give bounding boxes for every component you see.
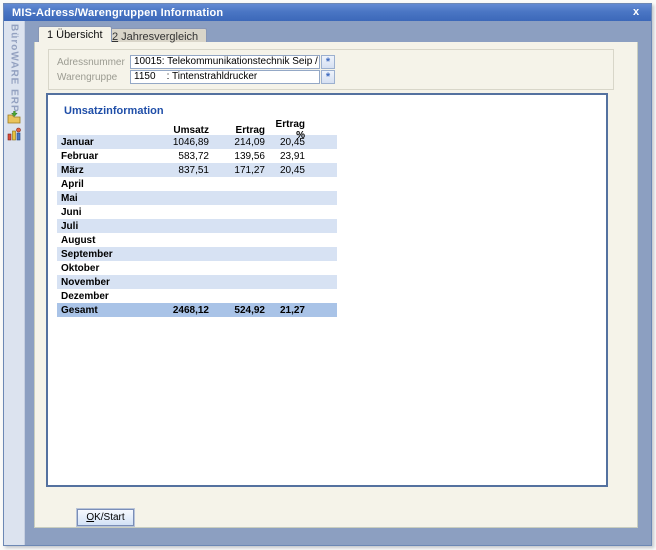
panel-title: Umsatzinformation bbox=[64, 105, 164, 117]
close-icon[interactable]: x bbox=[629, 5, 643, 20]
month-cell: November bbox=[57, 277, 149, 288]
tab-bar: 1Übersicht 2Jahresvergleich bbox=[25, 21, 651, 42]
total-umsatz-cell: 2468,12 bbox=[149, 305, 211, 316]
table-row: September bbox=[57, 247, 337, 261]
table-row: August bbox=[57, 233, 337, 247]
folder-import-icon[interactable] bbox=[7, 111, 22, 125]
umsatz-cell: 583,72 bbox=[149, 151, 211, 162]
month-cell: Juli bbox=[57, 221, 149, 232]
month-cell: Oktober bbox=[57, 263, 149, 274]
ok-start-button[interactable]: OK/Start bbox=[77, 509, 134, 526]
ok-mnemonic: O bbox=[86, 512, 94, 523]
tab-number: 2 bbox=[112, 31, 118, 43]
warengruppe-field[interactable]: 1150 : Tintenstrahldrucker bbox=[130, 70, 320, 84]
tab-label: Jahresvergleich bbox=[121, 31, 198, 43]
sidebar: BüroWARE ERP bbox=[4, 21, 25, 545]
tab-number: 1 bbox=[47, 29, 53, 41]
month-cell: Mai bbox=[57, 193, 149, 204]
month-cell: Januar bbox=[57, 137, 149, 148]
adressnummer-label: Adressnummer bbox=[57, 57, 130, 68]
table-header-row: Umsatz Ertrag Ertrag % bbox=[57, 119, 337, 133]
tab-uebersicht[interactable]: 1Übersicht bbox=[38, 26, 112, 42]
table-row: April bbox=[57, 177, 337, 191]
umsatz-cell: 1046,89 bbox=[149, 137, 211, 148]
table-row: Februar583,72139,5623,91 bbox=[57, 149, 337, 163]
column-header-umsatz: Umsatz bbox=[149, 125, 211, 136]
ok-rest: K/Start bbox=[94, 512, 125, 523]
window-body: BüroWARE ERP 1Übersicht 2Jahresvergleich bbox=[4, 21, 651, 545]
ertrag-pct-cell: 20,45 bbox=[267, 165, 307, 176]
ertrag-cell: 214,09 bbox=[211, 137, 267, 148]
adressnummer-row: Adressnummer 10015: Telekommunikationste… bbox=[57, 55, 335, 69]
month-cell: Juni bbox=[57, 207, 149, 218]
tab-page-uebersicht: Adressnummer 10015: Telekommunikationste… bbox=[34, 42, 638, 528]
umsatz-table: Umsatz Ertrag Ertrag % Januar1046,89214,… bbox=[57, 119, 337, 317]
warengruppe-spinner-button[interactable]: * bbox=[321, 70, 335, 84]
column-header-ertrag: Ertrag bbox=[211, 125, 267, 136]
titlebar: MIS-Adress/Warengruppen Information x bbox=[4, 4, 651, 21]
window-title: MIS-Adress/Warengruppen Information bbox=[12, 7, 223, 19]
month-cell: März bbox=[57, 165, 149, 176]
warengruppe-label: Warengruppe bbox=[57, 72, 130, 83]
month-cell: Februar bbox=[57, 151, 149, 162]
table-row: Mai bbox=[57, 191, 337, 205]
table-row: März837,51171,2720,45 bbox=[57, 163, 337, 177]
tab-label: Übersicht bbox=[56, 29, 102, 41]
ertrag-pct-cell: 23,91 bbox=[267, 151, 307, 162]
brand-vertical-text: BüroWARE ERP bbox=[9, 24, 20, 113]
total-ertrag-cell: 524,92 bbox=[211, 305, 267, 316]
warengruppe-row: Warengruppe 1150 : Tintenstrahldrucker * bbox=[57, 70, 335, 84]
table-row: Juni bbox=[57, 205, 337, 219]
table-row: Dezember bbox=[57, 289, 337, 303]
selection-field-group: Adressnummer 10015: Telekommunikationste… bbox=[48, 49, 614, 90]
month-cell: Dezember bbox=[57, 291, 149, 302]
umsatzinformation-panel: Umsatzinformation Umsatz Ertrag Ertrag %… bbox=[46, 93, 608, 487]
table-row: Oktober bbox=[57, 261, 337, 275]
ertrag-cell: 171,27 bbox=[211, 165, 267, 176]
ertrag-cell: 139,56 bbox=[211, 151, 267, 162]
month-cell: September bbox=[57, 249, 149, 260]
main-area: 1Übersicht 2Jahresvergleich Adressnummer… bbox=[25, 21, 651, 545]
total-row: Gesamt 2468,12 524,92 21,27 bbox=[57, 303, 337, 317]
adressnummer-spinner-button[interactable]: * bbox=[321, 55, 335, 69]
statistics-chart-icon[interactable] bbox=[7, 127, 22, 141]
month-cell: August bbox=[57, 235, 149, 246]
table-row: Januar1046,89214,0920,45 bbox=[57, 135, 337, 149]
month-cell: April bbox=[57, 179, 149, 190]
umsatz-cell: 837,51 bbox=[149, 165, 211, 176]
table-row: November bbox=[57, 275, 337, 289]
adressnummer-field[interactable]: 10015: Telekommunikationstechnik Seip / … bbox=[130, 55, 320, 69]
ertrag-pct-cell: 20,45 bbox=[267, 137, 307, 148]
total-ertrag-pct-cell: 21,27 bbox=[267, 305, 307, 316]
table-row: Juli bbox=[57, 219, 337, 233]
app-window: MIS-Adress/Warengruppen Information x Bü… bbox=[3, 3, 652, 546]
table-body: Januar1046,89214,0920,45Februar583,72139… bbox=[57, 135, 337, 303]
total-label: Gesamt bbox=[57, 305, 149, 316]
tab-jahresvergleich[interactable]: 2Jahresvergleich bbox=[103, 28, 207, 42]
